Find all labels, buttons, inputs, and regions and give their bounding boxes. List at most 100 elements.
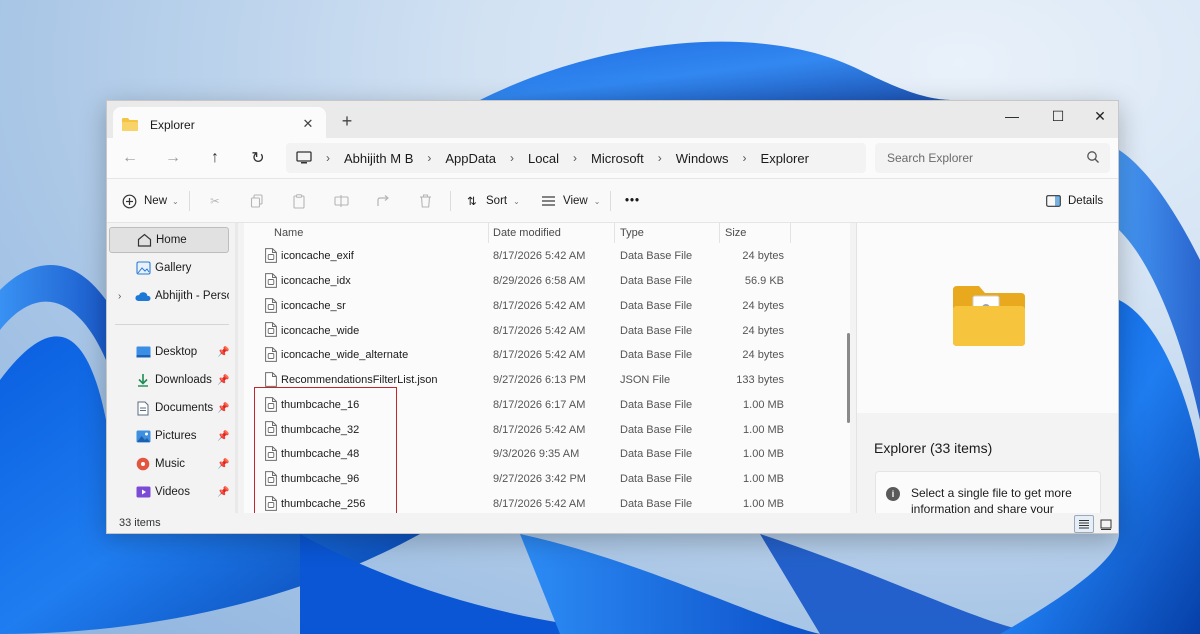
sidebar-item-onedrive[interactable]: › Abhijith - Personal — [107, 283, 229, 309]
chevron-right-icon: › — [427, 151, 432, 165]
breadcrumb-item[interactable]: Abhijith M B — [344, 151, 413, 166]
status-bar: 33 items — [107, 513, 1118, 533]
column-divider[interactable] — [719, 223, 720, 243]
rename-button[interactable] — [333, 191, 349, 211]
sidebar-item-desktop[interactable]: Desktop 📌 — [107, 339, 229, 365]
cut-button[interactable]: ✂ — [207, 191, 223, 211]
table-row[interactable]: thumbcache_16 8/17/2026 6:17 AM Data Base … — [244, 393, 850, 418]
more-options-button[interactable]: ••• — [625, 191, 640, 211]
sidebar-item-documents[interactable]: Documents 📌 — [107, 395, 229, 421]
file-date: 8/17/2026 5:42 AM — [493, 250, 586, 263]
file-size: 1.00 MB — [743, 448, 784, 461]
column-header-name[interactable]: Name — [274, 223, 303, 243]
sidebar-item-label: Gallery — [155, 262, 192, 274]
sidebar-item-label: Home — [156, 234, 187, 246]
column-header-type[interactable]: Type — [620, 223, 644, 243]
database-file-icon — [265, 347, 277, 362]
details-pane-button[interactable]: Details — [1045, 191, 1103, 211]
up-icon[interactable]: ↑ — [203, 147, 227, 169]
breadcrumb-item[interactable]: Explorer — [761, 151, 809, 166]
back-icon[interactable]: ← — [118, 147, 142, 169]
search-input[interactable]: Search Explorer — [875, 143, 1110, 173]
sidebar-item-label: Pictures — [155, 430, 197, 442]
table-row[interactable]: iconcache_wide 8/17/2026 5:42 AM Data Base… — [244, 318, 850, 343]
breadcrumb-item[interactable]: AppData — [445, 151, 496, 166]
table-row[interactable]: thumbcache_256 8/17/2026 5:42 AM Data Base… — [244, 492, 850, 514]
column-divider[interactable] — [614, 223, 615, 243]
details-view-icon[interactable] — [1074, 515, 1094, 533]
sidebar-item-gallery[interactable]: Gallery — [107, 255, 229, 281]
gallery-icon — [135, 260, 151, 276]
file-name: thumbcache_32 — [281, 423, 360, 436]
desktop-icon — [135, 344, 151, 360]
address-bar[interactable]: › Abhijith M B › AppData › Local › Micro… — [286, 143, 866, 173]
videos-icon — [135, 484, 151, 500]
copy-button[interactable] — [249, 191, 265, 211]
sidebar-item-videos[interactable]: Videos 📌 — [107, 479, 229, 505]
table-row[interactable]: thumbcache_96 9/27/2026 3:42 PM Data Base … — [244, 467, 850, 492]
pin-icon: 📌 — [217, 374, 229, 386]
file-size: 133 bytes — [736, 374, 784, 387]
pin-icon: 📌 — [217, 402, 229, 414]
table-row[interactable]: RecommendationsFilterList.json 9/27/2026 … — [244, 368, 850, 393]
downloads-icon — [135, 372, 151, 388]
share-button[interactable] — [375, 191, 391, 211]
paste-button[interactable] — [291, 191, 307, 211]
file-name: iconcache_idx — [281, 275, 351, 288]
sidebar-item-home[interactable]: Home — [109, 227, 229, 253]
share-icon — [375, 193, 391, 209]
folder-icon — [122, 118, 138, 131]
pin-icon: 📌 — [217, 458, 229, 470]
sidebar-item-downloads[interactable]: Downloads 📌 — [107, 367, 229, 393]
maximize-icon[interactable]: ☐ — [1035, 101, 1081, 131]
table-row[interactable]: iconcache_sr 8/17/2026 5:42 AM Data Base F… — [244, 294, 850, 319]
database-file-icon — [265, 248, 277, 263]
sidebar-item-pictures[interactable]: Pictures 📌 — [107, 423, 229, 449]
pictures-icon — [135, 428, 151, 444]
database-file-icon — [265, 446, 277, 461]
delete-button[interactable] — [417, 191, 433, 211]
breadcrumb-item[interactable]: Windows — [676, 151, 729, 166]
plus-circle-icon — [121, 193, 137, 209]
pin-icon: 📌 — [217, 486, 229, 498]
table-row[interactable]: thumbcache_32 8/17/2026 5:42 AM Data Base … — [244, 417, 850, 442]
file-type: Data Base File — [620, 497, 693, 510]
table-row[interactable]: iconcache_exif 8/17/2026 5:42 AM Data Base… — [244, 244, 850, 269]
sidebar-item-label: Abhijith - Personal — [155, 290, 229, 302]
tiles-view-icon[interactable] — [1096, 515, 1116, 533]
file-date: 8/17/2026 6:17 AM — [493, 398, 586, 411]
new-tab-button[interactable]: + — [337, 111, 357, 131]
breadcrumb-item[interactable]: Local — [528, 151, 559, 166]
breadcrumb-item[interactable]: Microsoft — [591, 151, 644, 166]
minimize-icon[interactable]: — — [989, 101, 1035, 131]
column-header-size[interactable]: Size — [725, 223, 746, 243]
sidebar-item-label: Videos — [155, 486, 190, 498]
pin-icon: 📌 — [217, 346, 229, 358]
sort-button[interactable]: ⇅ Sort ⌄ — [464, 191, 520, 211]
sidebar-item-music[interactable]: Music 📌 — [107, 451, 229, 477]
file-list-scrollbar[interactable] — [847, 333, 850, 423]
column-divider[interactable] — [790, 223, 791, 243]
chevron-right-icon[interactable]: › — [118, 291, 121, 302]
details-label: Details — [1068, 195, 1104, 207]
close-window-icon[interactable]: ✕ — [1077, 101, 1118, 131]
new-button[interactable]: New ⌄ — [121, 191, 179, 211]
table-row[interactable]: thumbcache_48 9/3/2026 9:35 AM Data Base F… — [244, 442, 850, 467]
file-type: Data Base File — [620, 398, 693, 411]
file-name: thumbcache_16 — [281, 398, 360, 411]
blank-file-icon — [265, 371, 277, 387]
nav-pane-scrollbar[interactable] — [235, 223, 238, 513]
file-name: iconcache_sr — [281, 299, 346, 312]
view-button[interactable]: View ⌄ — [540, 191, 600, 211]
column-header-date[interactable]: Date modified — [493, 223, 561, 243]
close-tab-icon[interactable]: ✕ — [300, 116, 316, 132]
search-icon — [1086, 150, 1100, 167]
refresh-icon[interactable]: ↻ — [246, 147, 270, 169]
column-divider[interactable] — [488, 223, 489, 243]
forward-icon[interactable]: → — [161, 147, 185, 169]
table-row[interactable]: iconcache_wide_alternate 8/17/2026 5:42 A… — [244, 343, 850, 368]
file-name: iconcache_wide_alternate — [281, 349, 409, 362]
command-bar: New ⌄ ✂ ⇅ Sort ⌄ View ⌄ ••• Details — [107, 178, 1118, 223]
tab-explorer[interactable]: Explorer ✕ — [113, 107, 326, 142]
table-row[interactable]: iconcache_idx 8/29/2026 6:58 AM Data Base … — [244, 269, 850, 294]
